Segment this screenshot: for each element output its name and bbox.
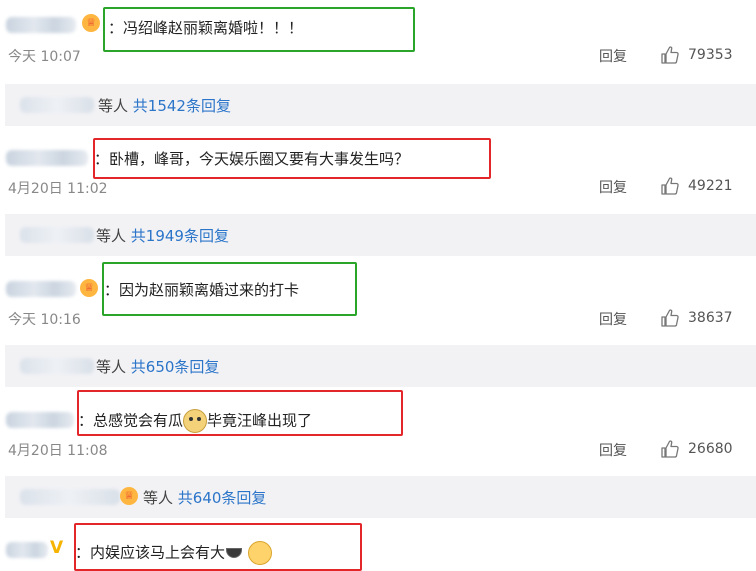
comment-time: 4月20日 11:02 <box>8 181 108 197</box>
like-count: 49221 <box>688 178 733 194</box>
thread-label: 等人 共640条回复 <box>143 487 266 508</box>
comment-text-part-1: ：内娱应该马上会有大 <box>75 543 226 562</box>
comment-text-part-2: 毕竟汪峰出现了 <box>207 411 313 430</box>
blurred-username[interactable] <box>6 17 76 33</box>
reply-thread-2[interactable]: 等人 共1949条回复 <box>5 214 756 256</box>
thread-prefix: 等人 <box>98 97 129 115</box>
thread-label: 等人 共1542条回复 <box>98 95 231 116</box>
blurred-usernames <box>20 358 94 374</box>
pray-emoji-icon <box>247 541 272 565</box>
blurred-usernames <box>20 227 94 243</box>
verified-v-icon: V <box>50 538 64 558</box>
reply-thread-4[interactable]: ♕ 等人 共640条回复 <box>5 476 756 518</box>
blurred-username[interactable] <box>6 542 48 558</box>
like-count: 79353 <box>688 47 733 63</box>
thumbs-up-icon <box>660 176 680 196</box>
melon-emoji-icon <box>226 548 243 558</box>
reply-button[interactable]: 回复 <box>599 46 627 66</box>
reply-button[interactable]: 回复 <box>599 309 627 329</box>
thumbs-up-icon <box>660 45 680 65</box>
crown-badge-icon: ♕ <box>120 487 138 505</box>
view-replies-link[interactable]: 共640条回复 <box>178 489 267 507</box>
blurred-usernames <box>20 97 94 113</box>
comment-time: 今天 10:07 <box>8 49 81 65</box>
crown-badge-icon: ♕ <box>82 14 100 32</box>
blurred-username[interactable] <box>6 150 88 166</box>
comment-4: ：总感觉会有瓜 毕竟汪峰出现了 4月20日 11:08 回复 26680 <box>0 390 756 475</box>
comment-text: ：内娱应该马上会有大 <box>75 541 272 565</box>
comment-2: ：卧槽，峰哥，今天娱乐圈又要有大事发生吗？ 4月20日 11:02 回复 492… <box>0 130 756 215</box>
like-count: 38637 <box>688 310 733 326</box>
thread-prefix: 等人 <box>96 227 127 245</box>
comment-5: V ：内娱应该马上会有大 <box>0 520 756 571</box>
blurred-usernames <box>20 489 120 505</box>
thumbs-up-icon <box>660 308 680 328</box>
reply-thread-1[interactable]: 等人 共1542条回复 <box>5 84 756 126</box>
like-button[interactable]: 38637 <box>660 308 733 328</box>
reply-thread-3[interactable]: 等人 共650条回复 <box>5 345 756 387</box>
like-button[interactable]: 79353 <box>660 45 733 65</box>
comment-text: ：卧槽，峰哥，今天娱乐圈又要有大事发生吗？ <box>94 150 410 168</box>
like-count: 26680 <box>688 441 733 457</box>
like-button[interactable]: 26680 <box>660 439 733 459</box>
thread-label: 等人 共1949条回复 <box>96 225 229 246</box>
reply-button[interactable]: 回复 <box>599 177 627 197</box>
view-replies-link[interactable]: 共650条回复 <box>131 358 220 376</box>
comment-text-part-1: ：总感觉会有瓜 <box>78 411 184 430</box>
reply-button[interactable]: 回复 <box>599 440 627 460</box>
crown-badge-icon: ♕ <box>80 279 98 297</box>
thread-prefix: 等人 <box>143 489 174 507</box>
view-replies-link[interactable]: 共1542条回复 <box>133 97 231 115</box>
blurred-username[interactable] <box>6 281 76 297</box>
comment-time: 今天 10:16 <box>8 312 81 328</box>
comment-text: ：总感觉会有瓜 毕竟汪峰出现了 <box>78 409 312 433</box>
comment-text: ：因为赵丽颖离婚过来的打卡 <box>104 281 300 299</box>
comment-3: ♕ ：因为赵丽颖离婚过来的打卡 今天 10:16 回复 38637 <box>0 260 756 345</box>
doge-emoji-icon <box>183 409 208 433</box>
comment-time: 4月20日 11:08 <box>8 443 108 459</box>
thread-label: 等人 共650条回复 <box>96 356 219 377</box>
view-replies-link[interactable]: 共1949条回复 <box>131 227 229 245</box>
thumbs-up-icon <box>660 439 680 459</box>
thread-prefix: 等人 <box>96 358 127 376</box>
comment-text: ：冯绍峰赵丽颖离婚啦！！！ <box>108 19 304 37</box>
blurred-username[interactable] <box>6 412 74 428</box>
comment-1: ♕ ：冯绍峰赵丽颖离婚啦！！！ 今天 10:07 回复 79353 <box>0 0 756 95</box>
like-button[interactable]: 49221 <box>660 176 733 196</box>
